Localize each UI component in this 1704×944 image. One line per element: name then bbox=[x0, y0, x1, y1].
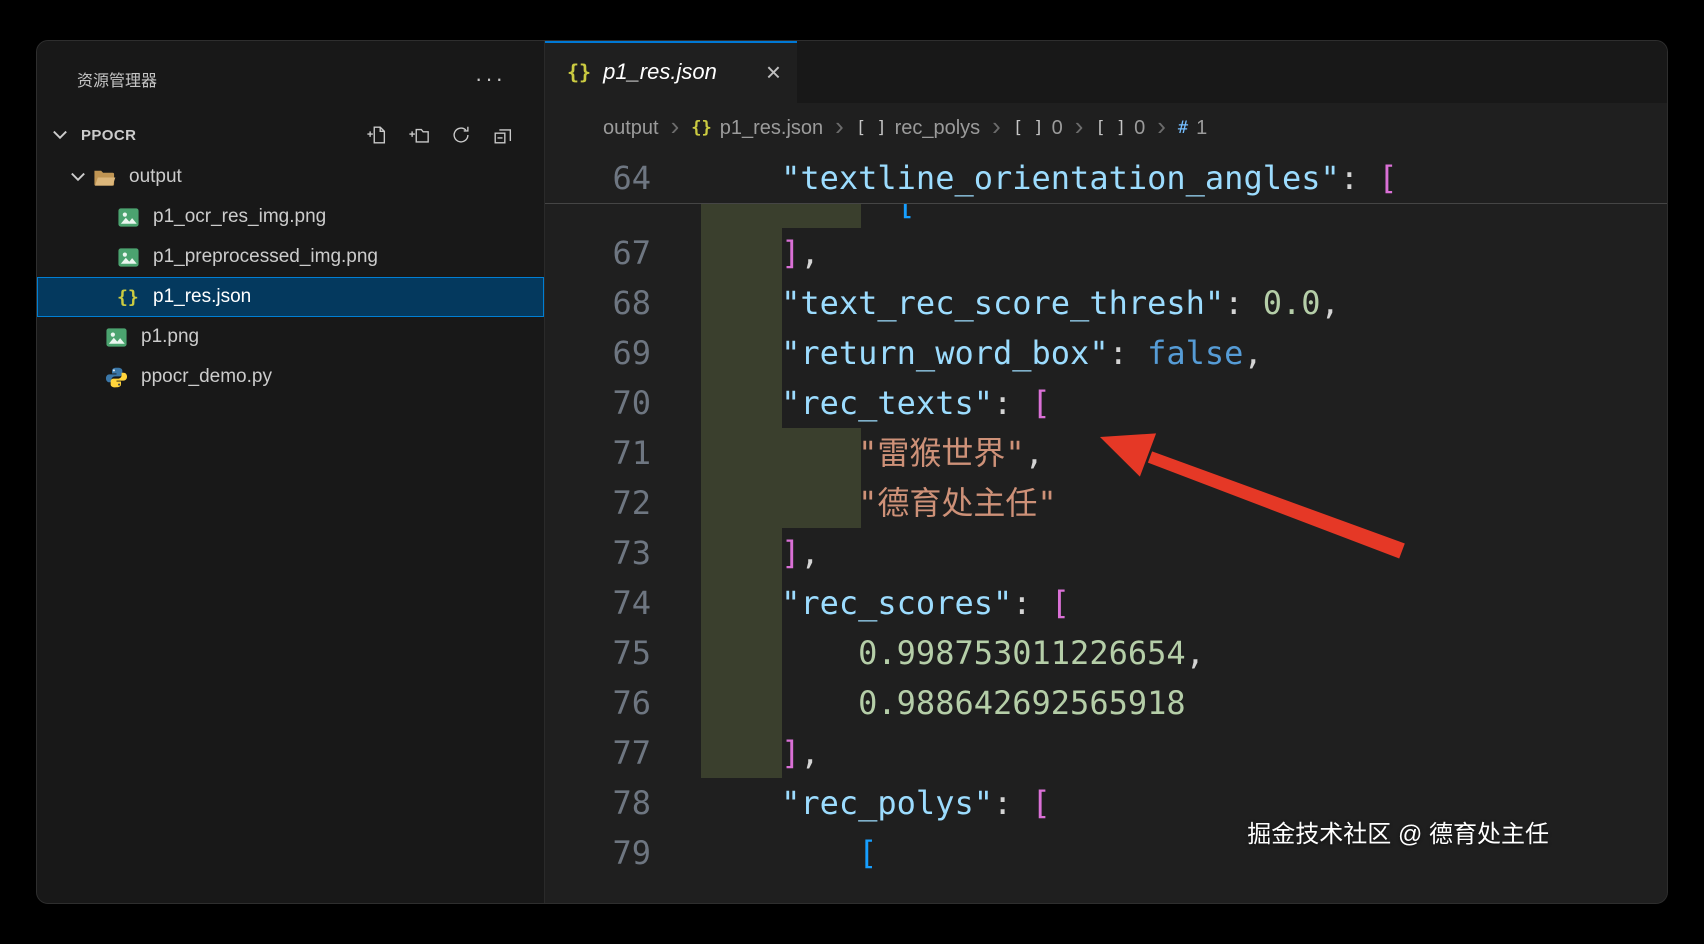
section-ppocr[interactable]: PPOCR bbox=[37, 113, 544, 157]
breadcrumb-item-1[interactable]: #1 bbox=[1178, 117, 1207, 140]
breadcrumb-separator: › bbox=[992, 111, 1001, 142]
line-number: 69 bbox=[545, 328, 651, 378]
editor-group: {} p1_res.json × output › {} p1_res.json › [ … bbox=[545, 41, 1667, 903]
number-symbol-icon: # bbox=[1178, 118, 1188, 138]
file-label: ppocr_demo.py bbox=[141, 366, 272, 388]
line-number: 79 bbox=[545, 828, 651, 878]
tree-item-p1.png[interactable]: p1.png bbox=[37, 317, 544, 357]
breadcrumb-separator: › bbox=[1157, 111, 1166, 142]
file-label: p1_preprocessed_img.png bbox=[153, 246, 378, 268]
breadcrumb-label: 0 bbox=[1134, 117, 1145, 140]
vscode-window: 资源管理器 ··· PPOCR output p1_ocr_res_img.png… bbox=[36, 40, 1668, 904]
breadcrumb: output › {} p1_res.json › [ ] rec_polys › [ ] 0 › [… bbox=[545, 103, 1667, 153]
breadcrumb-separator: › bbox=[671, 111, 680, 142]
image-icon bbox=[105, 326, 139, 349]
breadcrumb-label: 1 bbox=[1196, 117, 1207, 140]
code-line[interactable]: [ bbox=[545, 204, 1667, 228]
file-label: output bbox=[129, 166, 182, 188]
new-file-icon[interactable] bbox=[366, 124, 388, 146]
chevron-down-icon bbox=[67, 166, 93, 188]
breadcrumb-label: p1_res.json bbox=[720, 117, 823, 140]
code-line[interactable]: 75 0.998753011226654, bbox=[545, 628, 1667, 678]
breadcrumb-separator: › bbox=[1075, 111, 1084, 142]
breadcrumb-label: 0 bbox=[1052, 117, 1063, 140]
line-number: 78 bbox=[545, 778, 651, 828]
code-line[interactable]: 71 "雷猴世界", bbox=[545, 428, 1667, 478]
sticky-scroll-line[interactable]: 64 "textline_orientation_angles": [ bbox=[545, 153, 1667, 204]
tree-item-output[interactable]: output bbox=[37, 157, 544, 197]
array-symbol-icon: [ ] bbox=[856, 118, 887, 138]
explorer-title: 资源管理器 bbox=[77, 67, 157, 91]
views-more-actions-icon[interactable]: ··· bbox=[475, 74, 506, 84]
breadcrumb-label: output bbox=[603, 117, 659, 140]
line-number: 64 bbox=[545, 153, 651, 203]
json-symbol-icon: {} bbox=[691, 118, 711, 138]
file-label: p1_ocr_res_img.png bbox=[153, 206, 326, 228]
breadcrumb-item-0[interactable]: [ ] 0 bbox=[1013, 117, 1063, 140]
line-number: 67 bbox=[545, 228, 651, 278]
section-actions bbox=[366, 124, 514, 146]
code-line-partial[interactable]: [ bbox=[545, 204, 1667, 228]
code-line[interactable]: 64 "textline_orientation_angles": [ bbox=[545, 153, 1667, 203]
breadcrumb-item-0[interactable]: [ ] 0 bbox=[1095, 117, 1145, 140]
file-label: p1_res.json bbox=[153, 286, 251, 308]
image-icon bbox=[117, 206, 151, 229]
array-symbol-icon: [ ] bbox=[1095, 118, 1126, 138]
line-number: 68 bbox=[545, 278, 651, 328]
code-line[interactable]: 70 "rec_texts": [ bbox=[545, 378, 1667, 428]
tree-item-p1_res.json[interactable]: {}p1_res.json bbox=[37, 277, 544, 317]
code-line[interactable]: 67 ], bbox=[545, 228, 1667, 278]
new-folder-icon[interactable] bbox=[408, 124, 430, 146]
line-number: 75 bbox=[545, 628, 651, 678]
line-number: 74 bbox=[545, 578, 651, 628]
json-icon: {} bbox=[117, 287, 151, 308]
code-line[interactable]: 73 ], bbox=[545, 528, 1667, 578]
code-line[interactable]: 74 "rec_scores": [ bbox=[545, 578, 1667, 628]
tree-item-p1_ocr_res_img.png[interactable]: p1_ocr_res_img.png bbox=[37, 197, 544, 237]
tab-title: p1_res.json bbox=[603, 59, 717, 85]
breadcrumb-item-rec_polys[interactable]: [ ] rec_polys bbox=[856, 117, 980, 140]
collapse-all-icon[interactable] bbox=[492, 124, 514, 146]
line-number: 77 bbox=[545, 728, 651, 778]
breadcrumb-item-output[interactable]: output bbox=[603, 117, 659, 140]
chevron-down-icon bbox=[49, 124, 75, 146]
watermark: 掘金技术社区 @ 德育处主任 bbox=[1247, 814, 1549, 849]
line-number: 72 bbox=[545, 478, 651, 528]
array-symbol-icon: [ ] bbox=[1013, 118, 1044, 138]
file-tree: output p1_ocr_res_img.png p1_preprocessed_… bbox=[37, 157, 544, 397]
json-file-icon: {} bbox=[567, 60, 591, 84]
line-number: 70 bbox=[545, 378, 651, 428]
code-line[interactable]: 69 "return_word_box": false, bbox=[545, 328, 1667, 378]
explorer-header: 资源管理器 ··· bbox=[37, 41, 544, 91]
code-line[interactable]: 72 "德育处主任" bbox=[545, 478, 1667, 528]
close-icon[interactable]: × bbox=[766, 59, 781, 85]
code-line[interactable]: 68 "text_rec_score_thresh": 0.0, bbox=[545, 278, 1667, 328]
tree-item-p1_preprocessed_img.png[interactable]: p1_preprocessed_img.png bbox=[37, 237, 544, 277]
line-number bbox=[545, 204, 651, 228]
tree-item-ppocr_demo.py[interactable]: ppocr_demo.py bbox=[37, 357, 544, 397]
refresh-icon[interactable] bbox=[450, 124, 472, 146]
code-editor[interactable]: 64 "textline_orientation_angles": [ [ 67… bbox=[545, 153, 1667, 903]
code-line[interactable]: 77 ], bbox=[545, 728, 1667, 778]
breadcrumb-item-p1_res.json[interactable]: {} p1_res.json bbox=[691, 117, 823, 140]
breadcrumb-separator: › bbox=[835, 111, 844, 142]
explorer-sidebar: 资源管理器 ··· PPOCR output p1_ocr_res_img.png… bbox=[37, 41, 545, 903]
file-label: p1.png bbox=[141, 326, 199, 348]
breadcrumb-label: rec_polys bbox=[895, 117, 981, 140]
tab-bar: {} p1_res.json × bbox=[545, 41, 1667, 103]
tab-p1-res-json[interactable]: {} p1_res.json × bbox=[545, 41, 797, 103]
line-number: 76 bbox=[545, 678, 651, 728]
line-number: 73 bbox=[545, 528, 651, 578]
python-icon bbox=[105, 366, 139, 389]
code-lines: 67 ],68 "text_rec_score_thresh": 0.0,69 … bbox=[545, 228, 1667, 878]
code-line[interactable]: 76 0.988642692565918 bbox=[545, 678, 1667, 728]
folder-open-icon bbox=[93, 166, 127, 189]
image-icon bbox=[117, 246, 151, 269]
line-number: 71 bbox=[545, 428, 651, 478]
section-label: PPOCR bbox=[81, 127, 136, 144]
